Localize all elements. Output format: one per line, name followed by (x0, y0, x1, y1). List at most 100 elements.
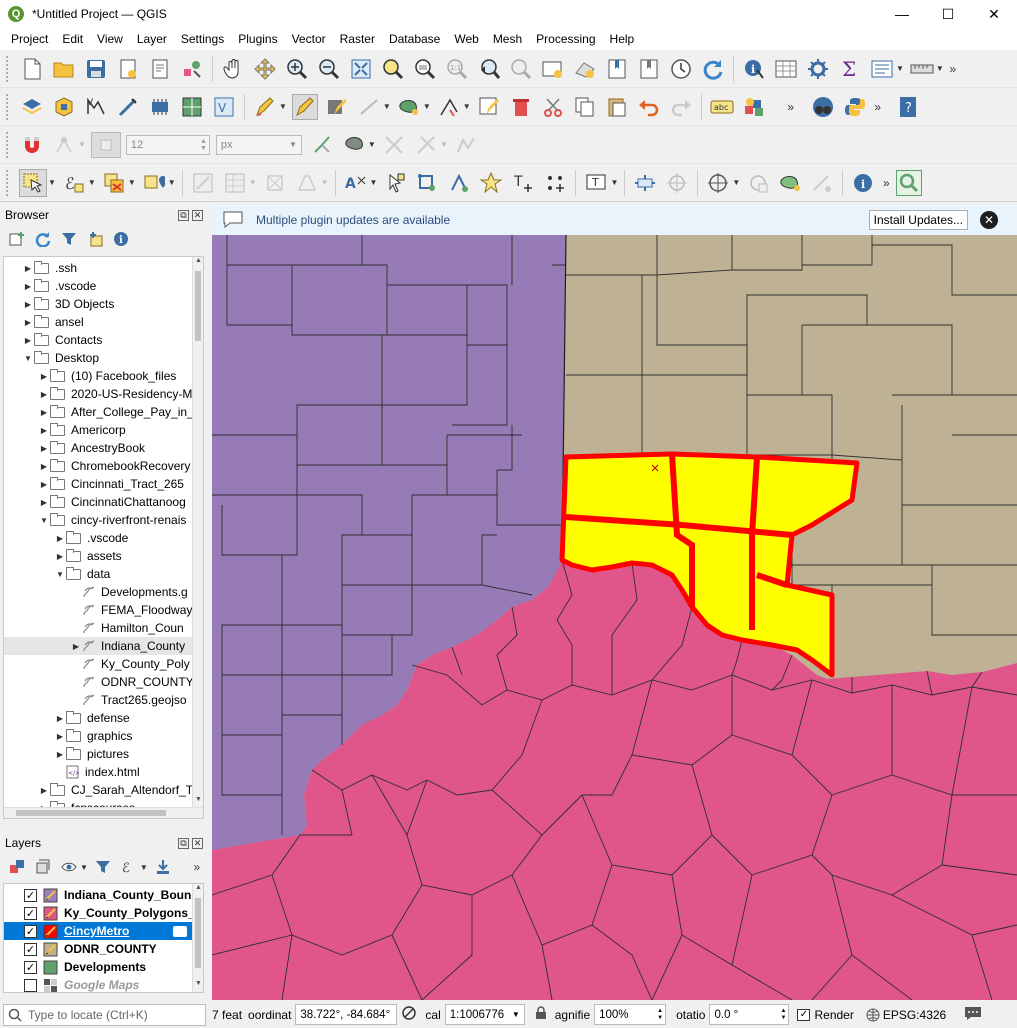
reshape-features-icon[interactable] (777, 170, 803, 196)
close-button[interactable]: ✕ (971, 0, 1017, 28)
scale-combo[interactable]: 1:1006776 ▼ (444, 1004, 525, 1025)
shape-digitizing-icon[interactable] (745, 170, 771, 196)
layer-styling-panel-icon[interactable] (7, 857, 27, 877)
offset-curve-icon[interactable] (809, 170, 835, 196)
magnifier-spinbox[interactable]: 100% ▲ ▼ (594, 1004, 667, 1025)
text-annotation-icon[interactable]: T (583, 170, 609, 196)
undock-icon[interactable]: ⧉ (178, 209, 189, 221)
new-virtual-layer-icon[interactable] (179, 94, 205, 120)
new-map-view-icon[interactable] (540, 56, 566, 82)
browser-tree-item[interactable]: ▼ data (4, 565, 203, 583)
expand-arrow-icon[interactable]: ▶ (38, 390, 50, 399)
message-close-icon[interactable]: ✕ (980, 211, 998, 229)
bookmark-icon[interactable] (604, 56, 630, 82)
browser-tree-item[interactable]: ▶ 2020-US-Residency-M (4, 385, 203, 403)
select-features-icon[interactable] (19, 168, 47, 197)
layer-visibility-checkbox[interactable]: ✓ (24, 960, 37, 974)
temporal-controller-icon[interactable] (668, 56, 694, 82)
snapping-unit-combo[interactable]: px ▼ (215, 134, 302, 155)
add-annotation-star-icon[interactable] (478, 170, 504, 196)
add-vertex-node-icon[interactable] (414, 170, 440, 196)
modify-attributes-icon[interactable] (476, 94, 502, 120)
zoom-to-selection-icon[interactable] (380, 56, 406, 82)
help-contents-icon[interactable]: ? (895, 94, 921, 120)
browser-tree-item[interactable]: ▶ ChromebookRecovery (4, 457, 203, 475)
tracing-icon[interactable] (453, 132, 479, 158)
crs-button[interactable]: EPSG:4326 (866, 1008, 946, 1022)
expand-arrow-icon[interactable]: ▶ (38, 480, 50, 489)
pin-unpin-labels-icon[interactable] (382, 170, 408, 196)
map-canvas[interactable] (212, 235, 1017, 1000)
menu-plugins[interactable]: Plugins (231, 30, 284, 48)
browser-tree-item[interactable]: ▶ graphics (4, 727, 203, 745)
browser-tree-item[interactable]: ▶ .vscode (4, 529, 203, 547)
menu-mesh[interactable]: Mesh (486, 30, 529, 48)
filter-browser-icon[interactable] (59, 229, 79, 249)
menu-edit[interactable]: Edit (55, 30, 90, 48)
expand-arrow-icon[interactable]: ▶ (38, 408, 50, 417)
vertex-tool-icon[interactable] (436, 94, 462, 120)
menu-settings[interactable]: Settings (174, 30, 231, 48)
zoom-last-icon[interactable] (476, 56, 502, 82)
install-updates-button[interactable]: Install Updates... (868, 210, 968, 230)
collapse-arrow-icon[interactable]: ▼ (38, 516, 50, 525)
browser-tree-item[interactable]: ODNR_COUNTY (4, 673, 203, 691)
add-polygon-feature-icon[interactable] (396, 94, 422, 120)
menu-raster[interactable]: Raster (333, 30, 382, 48)
new-geopackage-layer-icon[interactable] (51, 94, 77, 120)
menu-processing[interactable]: Processing (529, 30, 602, 48)
layer-item[interactable]: ✓ Indiana_County_Bound (4, 886, 203, 904)
advanced-digitizing-icon[interactable] (705, 170, 731, 196)
toolbar-grip[interactable] (6, 93, 10, 120)
expand-arrow-icon[interactable]: ▶ (38, 426, 50, 435)
show-bookmarks-icon[interactable] (636, 56, 662, 82)
copy-features-icon[interactable] (572, 94, 598, 120)
expand-all-icon[interactable] (153, 857, 173, 877)
snap-layer-selector-icon[interactable] (90, 131, 121, 158)
expand-arrow-icon[interactable]: ▶ (22, 318, 34, 327)
expand-arrow-icon[interactable]: ▶ (38, 372, 50, 381)
layer-item[interactable]: ✓ CincyMetro (4, 922, 203, 940)
browser-tree-item[interactable]: ▶ CincinnatiChattanoog (4, 493, 203, 511)
expand-arrow-icon[interactable]: ▶ (22, 282, 34, 291)
snapping-tolerance-spinbox[interactable]: 12 ▲ ▼ (125, 134, 210, 155)
attribute-form-icon[interactable] (869, 56, 895, 82)
toggle-extents-icon[interactable] (401, 1005, 417, 1024)
zoom-native-resolution-icon[interactable]: 1:1 (444, 56, 470, 82)
layout-manager-icon[interactable] (147, 56, 173, 82)
toolbar-overflow-button[interactable]: » (871, 94, 885, 120)
browser-tree-item[interactable]: FEMA_Floodway (4, 601, 203, 619)
browser-tree-item[interactable]: ▶ defense (4, 709, 203, 727)
browser-tree-item[interactable]: ▶ .ssh (4, 259, 203, 277)
browser-tree-item[interactable]: ▶ Contacts (4, 331, 203, 349)
browser-horizontal-scrollbar[interactable] (4, 807, 203, 818)
select-by-location-icon[interactable] (141, 170, 167, 196)
collapse-arrow-icon[interactable]: ▼ (54, 570, 66, 579)
browser-tree-item[interactable]: ▶ pictures (4, 745, 203, 763)
save-project-icon[interactable] (83, 56, 109, 82)
browser-tree-item[interactable]: Ky_County_Poly (4, 655, 203, 673)
identify-features-icon[interactable]: i (741, 56, 767, 82)
messages-icon[interactable] (964, 1005, 982, 1024)
toolbar-grip[interactable] (6, 169, 10, 196)
save-layer-edits-icon[interactable] (324, 94, 350, 120)
collapse-arrow-icon[interactable]: ▼ (22, 354, 34, 363)
digitize-line-icon[interactable] (356, 94, 382, 120)
select-by-expression-icon[interactable]: ℰ (61, 170, 87, 196)
expand-arrow-icon[interactable]: ▶ (38, 444, 50, 453)
style-manager-icon[interactable] (179, 56, 205, 82)
cut-features-icon[interactable] (540, 94, 566, 120)
expand-arrow-icon[interactable]: ▶ (22, 336, 34, 345)
split-features-icon[interactable] (294, 170, 320, 196)
browser-tree-item[interactable]: ▶ Cincinnati_Tract_265 (4, 475, 203, 493)
measure-line-icon[interactable] (909, 56, 935, 82)
magnet-snapping-icon[interactable] (19, 132, 45, 158)
expand-arrow-icon[interactable]: ▶ (38, 786, 50, 795)
browser-tree-item[interactable]: Developments.g (4, 583, 203, 601)
expand-arrow-icon[interactable]: ▶ (22, 300, 34, 309)
topological-editing-icon[interactable] (309, 132, 335, 158)
coordinate-capture-icon[interactable] (664, 170, 690, 196)
python-console-icon[interactable] (842, 94, 868, 120)
expand-arrow-icon[interactable]: ▶ (38, 462, 50, 471)
toolbar-overflow-button[interactable]: » (946, 56, 960, 82)
